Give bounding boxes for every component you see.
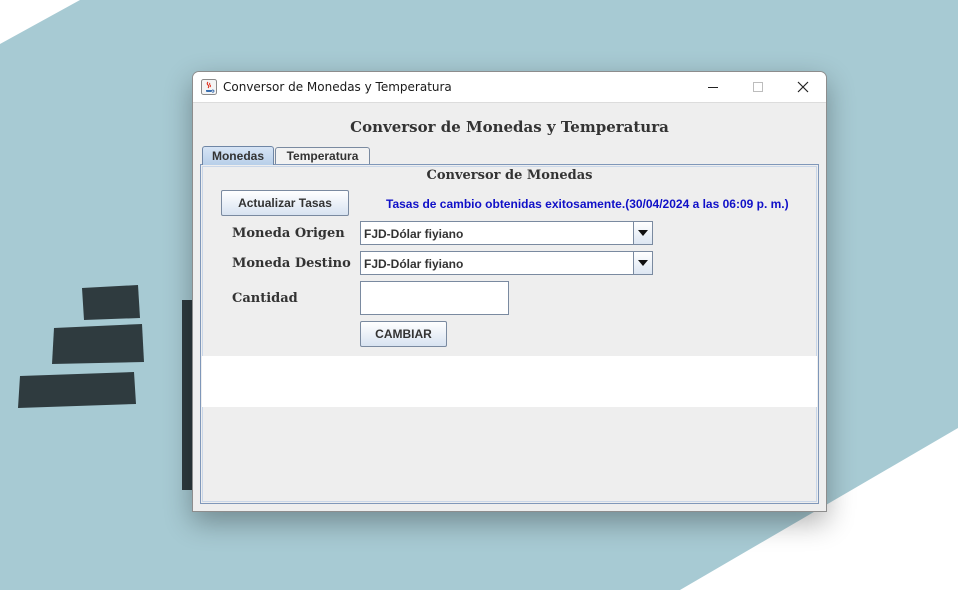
chevron-down-icon [638,260,648,266]
close-icon [797,81,808,93]
update-rates-button[interactable]: Actualizar Tasas [221,190,349,216]
close-button[interactable] [780,72,825,102]
currency-panel-border [202,166,817,502]
amount-label: Cantidad [232,291,298,306]
convert-button[interactable]: CAMBIAR [360,321,447,347]
maximize-button[interactable] [735,72,780,102]
amount-input[interactable] [360,281,509,315]
origin-currency-label: Moneda Origen [232,226,345,241]
main-heading: Conversor de Monedas y Temperatura [350,118,669,136]
destination-dropdown-arrow[interactable] [633,252,652,274]
minimize-icon [707,87,718,88]
chevron-down-icon [638,230,648,236]
title-bar[interactable]: Conversor de Monedas y Temperatura [193,72,826,103]
app-window: Conversor de Monedas y Temperatura Conve… [192,71,827,512]
destination-currency-value: FJD-Dólar fiyiano [364,257,464,271]
status-message: Tasas de cambio obtenidas exitosamente.(… [386,197,789,211]
destination-currency-select[interactable]: FJD-Dólar fiyiano [360,251,653,275]
destination-currency-label: Moneda Destino [232,256,351,271]
tab-monedas[interactable]: Monedas [202,146,274,165]
maximize-icon [752,82,763,92]
window-title: Conversor de Monedas y Temperatura [223,80,452,94]
origin-currency-value: FJD-Dólar fiyiano [364,227,464,241]
origin-dropdown-arrow[interactable] [633,222,652,244]
java-app-icon [201,79,217,95]
currency-panel: Conversor de Monedas Actualizar Tasas Ta… [200,164,819,504]
result-area [202,356,817,407]
tab-temperatura[interactable]: Temperatura [275,147,370,164]
origin-currency-select[interactable]: FJD-Dólar fiyiano [360,221,653,245]
minimize-button[interactable] [690,72,735,102]
currency-heading: Conversor de Monedas [426,168,593,183]
